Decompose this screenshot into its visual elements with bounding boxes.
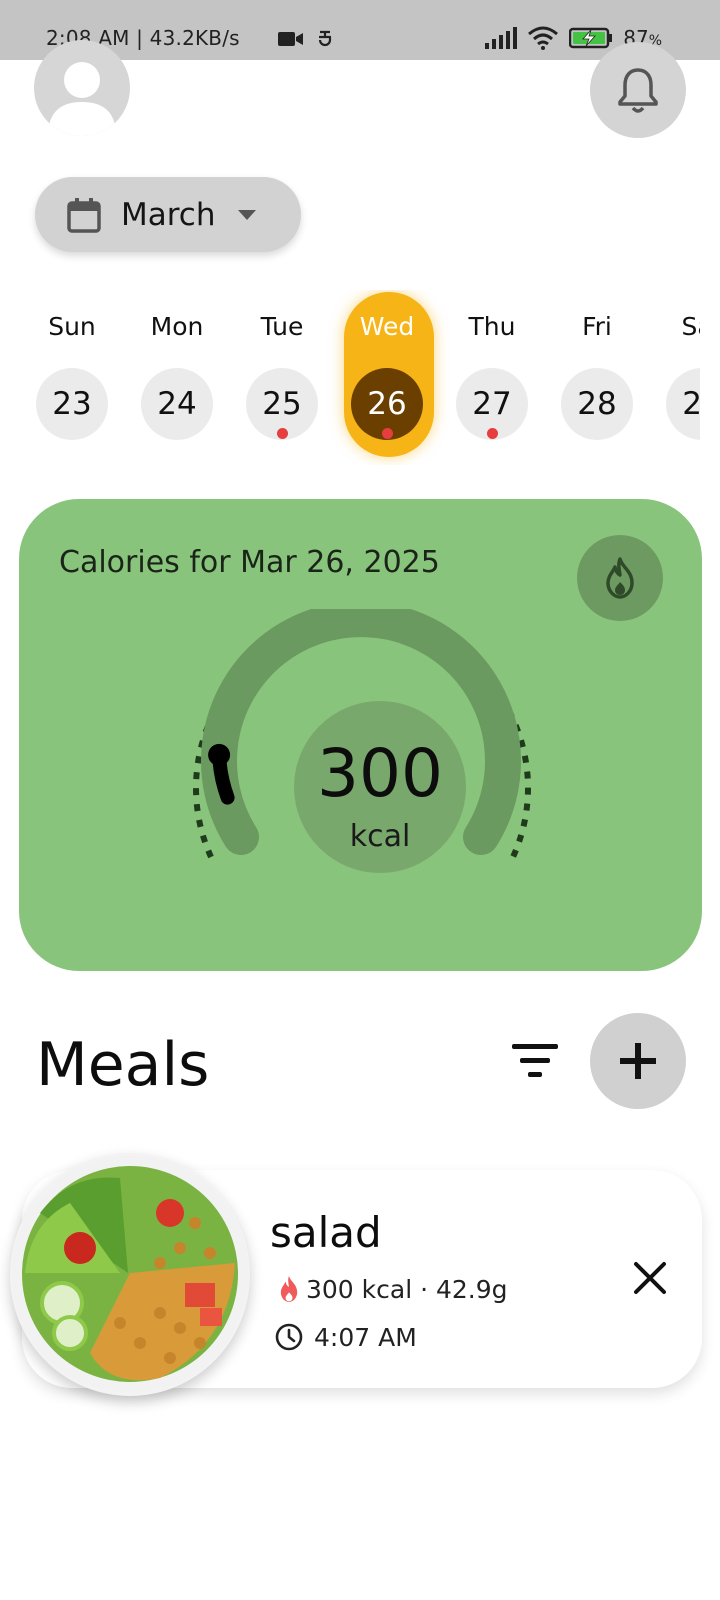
- salad-bowl-image: [10, 1153, 250, 1396]
- calorie-value: 300: [317, 735, 443, 812]
- battery-charging-icon: [569, 27, 613, 49]
- meal-logged-dot: [382, 428, 393, 439]
- profile-avatar-button[interactable]: [34, 40, 130, 136]
- day-thu[interactable]: Thu 27: [446, 290, 538, 465]
- calorie-unit: kcal: [349, 819, 411, 854]
- day-name: Sat: [681, 312, 701, 341]
- gauge-knob: [208, 743, 231, 766]
- calorie-gauge: 300 kcal: [179, 609, 559, 899]
- day-name: Fri: [582, 312, 612, 341]
- filter-icon: [512, 1044, 558, 1077]
- day-date: 24: [141, 368, 213, 440]
- day-name: Tue: [260, 312, 304, 341]
- gauge-center: 300 kcal: [294, 701, 466, 873]
- day-date: 28: [561, 368, 633, 440]
- status-notification-icons: [278, 28, 334, 50]
- day-sun[interactable]: Sun 23: [26, 290, 118, 465]
- calories-info-button[interactable]: [577, 535, 663, 621]
- meal-stats-row: 300 kcal · 42.9g: [274, 1274, 508, 1304]
- day-name: Mon: [150, 312, 204, 341]
- day-tue[interactable]: Tue 25: [236, 290, 328, 465]
- day-mon[interactable]: Mon 24: [131, 290, 223, 465]
- calendar-icon: [67, 197, 101, 233]
- calories-card-title: Calories for Mar 26, 2025: [59, 545, 440, 580]
- flame-icon: [606, 557, 634, 599]
- meal-stats: 300 kcal · 42.9g: [306, 1274, 508, 1304]
- day-fri[interactable]: Fri 28: [551, 290, 643, 465]
- filter-button[interactable]: [508, 1040, 562, 1084]
- calories-card: Calories for Mar 26, 2025 300 kcal: [19, 499, 702, 971]
- chevron-down-icon: [237, 209, 256, 220]
- bell-icon: [618, 68, 658, 113]
- app-notification-icon: [318, 30, 332, 47]
- flame-icon: [280, 1276, 298, 1302]
- video-camera-icon: [278, 32, 303, 46]
- week-strip: Sun 23 Mon 24 Tue 25 Wed 26 Thu 27 Fri 2…: [0, 290, 700, 465]
- month-label: March: [121, 196, 216, 233]
- wifi-icon: [528, 26, 559, 50]
- delete-meal-button[interactable]: [630, 1258, 670, 1298]
- day-name: Thu: [468, 312, 516, 341]
- close-icon: [634, 1262, 666, 1294]
- user-icon: [48, 62, 116, 136]
- meals-heading: Meals: [36, 1030, 210, 1100]
- day-date: 29: [666, 368, 700, 440]
- month-selector[interactable]: March: [35, 177, 301, 252]
- day-wed-selected[interactable]: Wed 26: [341, 290, 434, 465]
- plus-icon: [620, 1043, 656, 1079]
- meal-logged-dot: [487, 428, 498, 439]
- meal-time-row: 4:07 AM: [274, 1322, 417, 1352]
- signal-icon: [485, 27, 518, 49]
- day-name: Wed: [359, 312, 415, 341]
- meal-name: salad: [270, 1208, 382, 1257]
- day-name: Sun: [48, 312, 96, 341]
- day-date: 23: [36, 368, 108, 440]
- meal-logged-dot: [277, 428, 288, 439]
- clock-icon: [275, 1323, 303, 1351]
- meal-time: 4:07 AM: [314, 1322, 417, 1352]
- day-sat[interactable]: Sat 29: [656, 290, 700, 465]
- notifications-button[interactable]: [590, 42, 686, 138]
- add-meal-button[interactable]: [590, 1013, 686, 1109]
